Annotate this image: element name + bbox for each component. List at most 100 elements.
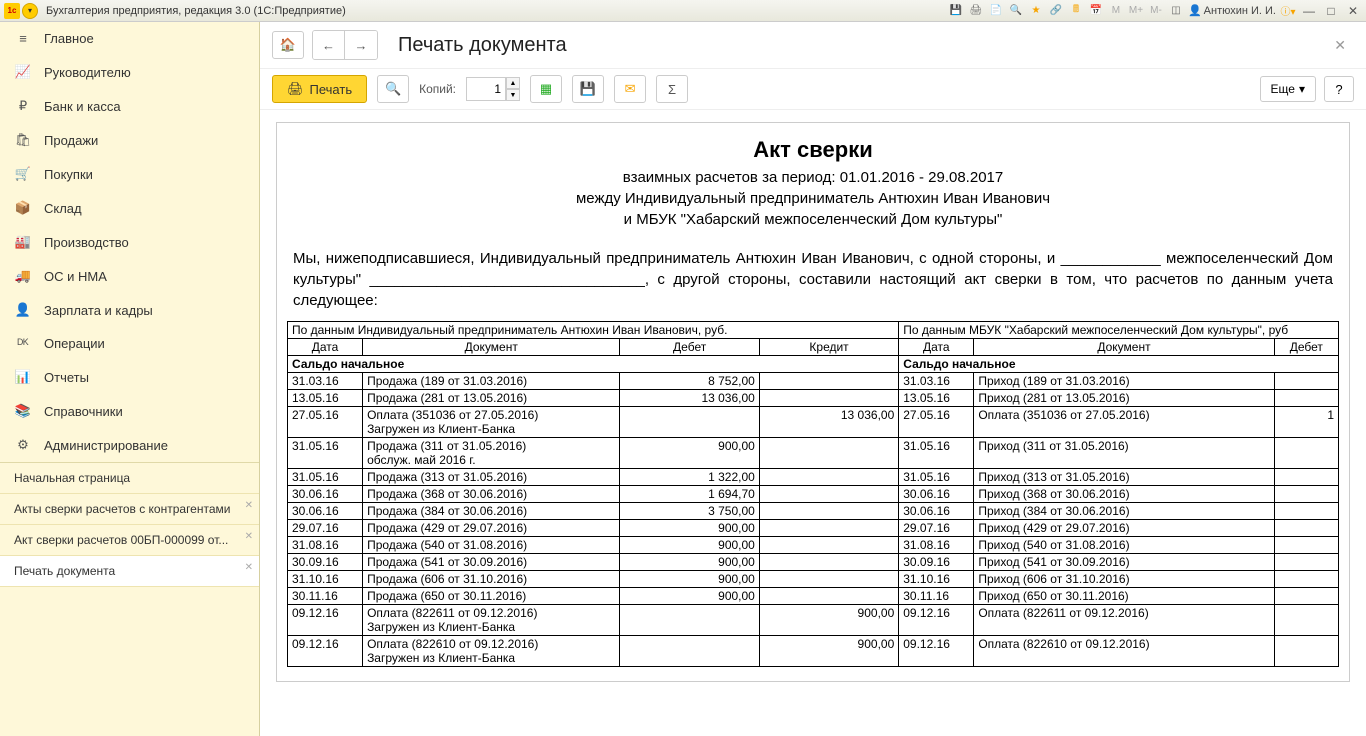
cell-debit: 900,00 xyxy=(620,520,759,537)
email-button[interactable]: ✉ xyxy=(614,75,646,103)
home-button[interactable]: 🏠 xyxy=(272,31,304,59)
tb-save-icon[interactable]: 💾 xyxy=(948,3,964,19)
forward-button[interactable]: → xyxy=(345,31,377,59)
nav-item-1[interactable]: 📈Руководителю xyxy=(0,55,259,89)
col-date: Дата xyxy=(288,339,363,356)
tab-close-icon[interactable]: ✕ xyxy=(245,562,253,573)
cell-doc2: Приход (368 от 30.06.2016) xyxy=(974,486,1274,503)
help-button[interactable]: ? xyxy=(1324,76,1354,102)
doc-intro: Мы, нижеподписавшиеся, Индивидуальный пр… xyxy=(287,248,1339,311)
cell-doc: Продажа (650 от 30.11.2016) xyxy=(363,588,620,605)
nav-item-4[interactable]: 🛒Покупки xyxy=(0,157,259,191)
cell-date: 31.03.16 xyxy=(288,373,363,390)
cell-doc2: Оплата (351036 от 27.05.2016) xyxy=(974,407,1274,438)
nav-item-0[interactable]: ≡Главное xyxy=(0,22,259,55)
nav-item-10[interactable]: 📊Отчеты xyxy=(0,360,259,394)
tab-1[interactable]: Акты сверки расчетов с контрагентами✕ xyxy=(0,494,259,525)
nav-item-6[interactable]: 🏭Производство xyxy=(0,225,259,259)
cell-date: 31.08.16 xyxy=(288,537,363,554)
copies-down[interactable]: ▼ xyxy=(506,89,520,101)
tb-search-icon[interactable]: 🔍 xyxy=(1008,3,1024,19)
tab-2[interactable]: Акт сверки расчетов 00БП-000099 от...✕ xyxy=(0,525,259,556)
copies-label: Копий: xyxy=(419,82,456,96)
cell-doc2: Приход (384 от 30.06.2016) xyxy=(974,503,1274,520)
nav-item-9[interactable]: ᴰᴷОперации xyxy=(0,327,259,360)
tab-0[interactable]: Начальная страница xyxy=(0,463,259,494)
minimize-button[interactable]: — xyxy=(1300,3,1318,19)
tb-doc-icon[interactable]: 📄 xyxy=(988,3,1004,19)
nav-icon: ≡ xyxy=(14,31,32,46)
tb-mplus-icon[interactable]: M+ xyxy=(1128,3,1144,19)
copies-input[interactable] xyxy=(466,77,506,101)
nav-icon: 🚚 xyxy=(14,268,32,284)
tab-3[interactable]: Печать документа✕ xyxy=(0,556,259,587)
save-doc-button[interactable]: 💾 xyxy=(572,75,604,103)
grid-button[interactable]: ▦ xyxy=(530,75,562,103)
cell-doc: Оплата (351036 от 27.05.2016) Загружен и… xyxy=(363,407,620,438)
close-button[interactable]: ✕ xyxy=(1344,3,1362,19)
back-button[interactable]: ← xyxy=(313,31,345,59)
cell-credit xyxy=(759,520,898,537)
cell-doc: Продажа (384 от 30.06.2016) xyxy=(363,503,620,520)
tb-m-icon[interactable]: M xyxy=(1108,3,1124,19)
cell-debit2 xyxy=(1274,486,1338,503)
nav-label: Зарплата и кадры xyxy=(44,303,153,318)
app-menu-dropdown[interactable]: ▾ xyxy=(22,3,38,19)
cell-doc2: Приход (606 от 31.10.2016) xyxy=(974,571,1274,588)
nav-item-5[interactable]: 📦Склад xyxy=(0,191,259,225)
cell-doc: Продажа (281 от 13.05.2016) xyxy=(363,390,620,407)
nav-item-3[interactable]: 🛍Продажи xyxy=(0,123,259,157)
tb-print-icon[interactable]: 🖨 xyxy=(968,3,984,19)
table-row: 29.07.16Продажа (429 от 29.07.2016)900,0… xyxy=(288,520,1339,537)
doc-title: Акт сверки xyxy=(287,137,1339,163)
cell-date2: 31.08.16 xyxy=(899,537,974,554)
tb-star-icon[interactable]: ★ xyxy=(1028,3,1044,19)
tb-info-icon[interactable]: ⓘ▾ xyxy=(1280,3,1296,19)
cell-debit xyxy=(620,605,759,636)
tb-mminus-icon[interactable]: M- xyxy=(1148,3,1164,19)
document-page: Акт сверки взаимных расчетов за период: … xyxy=(276,122,1350,682)
maximize-button[interactable]: □ xyxy=(1322,3,1340,19)
nav-item-11[interactable]: 📚Справочники xyxy=(0,394,259,428)
cell-date: 31.05.16 xyxy=(288,438,363,469)
preview-button[interactable]: 🔍 xyxy=(377,75,409,103)
cell-date: 30.06.16 xyxy=(288,503,363,520)
table-row: 31.10.16Продажа (606 от 31.10.2016)900,0… xyxy=(288,571,1339,588)
tab-close-icon[interactable]: ✕ xyxy=(245,531,253,542)
nav-item-2[interactable]: ₽Банк и касса xyxy=(0,89,259,123)
cell-date: 31.10.16 xyxy=(288,571,363,588)
nav-item-12[interactable]: ⚙Администрирование xyxy=(0,428,259,462)
tb-calc-icon[interactable]: 🖩 xyxy=(1068,3,1084,19)
nav-item-8[interactable]: 👤Зарплата и кадры xyxy=(0,293,259,327)
user-badge[interactable]: 👤 Антюхин И. И. xyxy=(1188,4,1276,17)
saldo-right: Сальдо начальное xyxy=(899,356,1339,373)
print-toolbar: Печать 🔍 Копий: ▲ ▼ ▦ 💾 ✉ Σ Еще ▾ ? xyxy=(260,69,1366,110)
cell-credit: 13 036,00 xyxy=(759,407,898,438)
nav-label: Администрирование xyxy=(44,438,168,453)
copies-up[interactable]: ▲ xyxy=(506,77,520,89)
cell-date: 30.11.16 xyxy=(288,588,363,605)
cell-doc: Продажа (606 от 31.10.2016) xyxy=(363,571,620,588)
nav-icon: 🛍 xyxy=(14,132,32,148)
titlebar: 1c ▾ Бухгалтерия предприятия, редакция 3… xyxy=(0,0,1366,22)
document-area[interactable]: Акт сверки взаимных расчетов за период: … xyxy=(260,110,1366,736)
nav-label: Склад xyxy=(44,201,82,216)
cell-debit: 1 322,00 xyxy=(620,469,759,486)
table-row: 31.05.16Продажа (313 от 31.05.2016)1 322… xyxy=(288,469,1339,486)
table-row: 30.06.16Продажа (384 от 30.06.2016)3 750… xyxy=(288,503,1339,520)
print-button[interactable]: Печать xyxy=(272,75,367,103)
cell-doc2: Оплата (822610 от 09.12.2016) xyxy=(974,636,1274,667)
more-button[interactable]: Еще ▾ xyxy=(1260,76,1316,102)
cell-debit xyxy=(620,407,759,438)
close-page-button[interactable]: ✕ xyxy=(1326,33,1354,58)
nav-item-7[interactable]: 🚚ОС и НМА xyxy=(0,259,259,293)
tb-panels-icon[interactable]: ◫ xyxy=(1168,3,1184,19)
cell-date2: 30.09.16 xyxy=(899,554,974,571)
tb-link-icon[interactable]: 🔗 xyxy=(1048,3,1064,19)
nav-icon: ₽ xyxy=(14,98,32,114)
nav-icon: 📚 xyxy=(14,403,32,419)
sum-button[interactable]: Σ xyxy=(656,75,688,103)
tb-cal-icon[interactable]: 📅 xyxy=(1088,3,1104,19)
cell-debit: 900,00 xyxy=(620,554,759,571)
tab-close-icon[interactable]: ✕ xyxy=(245,500,253,511)
